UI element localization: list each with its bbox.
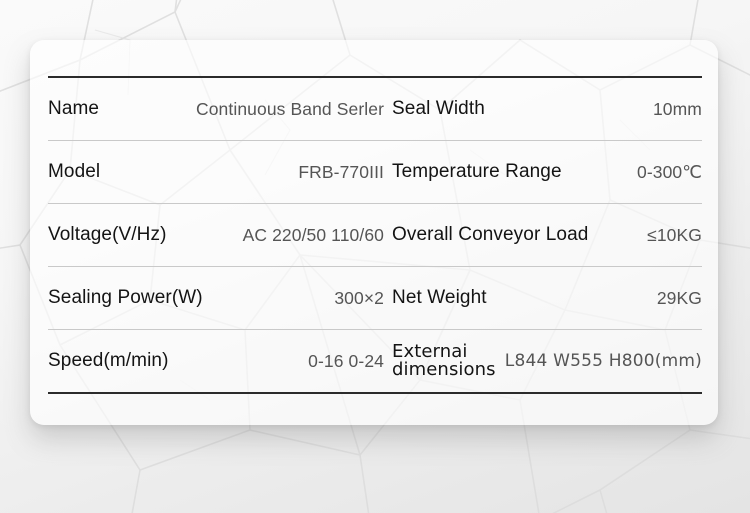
table-cell-net-weight: Net Weight 29KG [392,267,702,329]
table-cell-temperature-range: Temperature Range 0-300℃ [392,141,702,203]
spec-value: 0-16 0-24 [308,350,384,371]
spec-label: Overall Conveyor Load [392,224,589,245]
spec-label: Name [48,98,100,119]
spec-value: ≤10KG [647,224,702,245]
spec-value: 300×2 [334,287,384,308]
table-row: Sealing Power(W) 300×2 Net Weight 29KG [48,267,702,329]
table-cell-seal-width: Seal Width 10mm [392,78,702,140]
table-cell-speed: Speed(m/min) 0-16 0-24 [48,330,392,392]
table-row: Voltage(V/Hz) AC 220/50 110/60 Overall C… [48,204,702,266]
spec-label: Model [48,161,101,182]
table-row: Name Continuous Band Serler Seal Width 1… [48,78,702,140]
table-cell-name: Name Continuous Band Serler [48,78,392,140]
spec-label: Sealing Power(W) [48,287,203,308]
spec-label: Voltage(V/Hz) [48,224,167,245]
spec-sheet-stage: Name Continuous Band Serler Seal Width 1… [0,0,750,513]
spec-value: 10mm [652,98,702,119]
spec-value: 0-300℃ [636,161,702,182]
table-cell-sealing-power: Sealing Power(W) 300×2 [48,267,392,329]
table-cell-voltage: Voltage(V/Hz) AC 220/50 110/60 [48,204,392,266]
spec-label: Seal Width [392,98,485,119]
spec-label: Speed(m/min) [48,350,169,371]
specification-table: Name Continuous Band Serler Seal Width 1… [48,76,702,394]
table-bottom-border [48,392,702,394]
spec-value: Continuous Band Serler [195,98,384,119]
spec-value: L844 W555 H800(mm) [504,351,702,371]
spec-label: Temperature Range [392,161,562,182]
table-cell-model: Model FRB-770III [48,141,392,203]
spec-value: FRB-770III [298,161,384,182]
spec-label: Net Weight [392,287,487,308]
specification-card: Name Continuous Band Serler Seal Width 1… [30,40,718,425]
spec-value: AC 220/50 110/60 [242,224,384,245]
table-row: Speed(m/min) 0-16 0-24 Externai dimensio… [48,330,702,392]
table-cell-overall-conveyor-load: Overall Conveyor Load ≤10KG [392,204,702,266]
table-cell-external-dimensions: Externai dimensions L844 W555 H800(mm) [392,330,702,392]
spec-value: 29KG [656,287,702,308]
table-row: Model FRB-770III Temperature Range 0-300… [48,141,702,203]
spec-label: Externai dimensions [392,340,496,380]
